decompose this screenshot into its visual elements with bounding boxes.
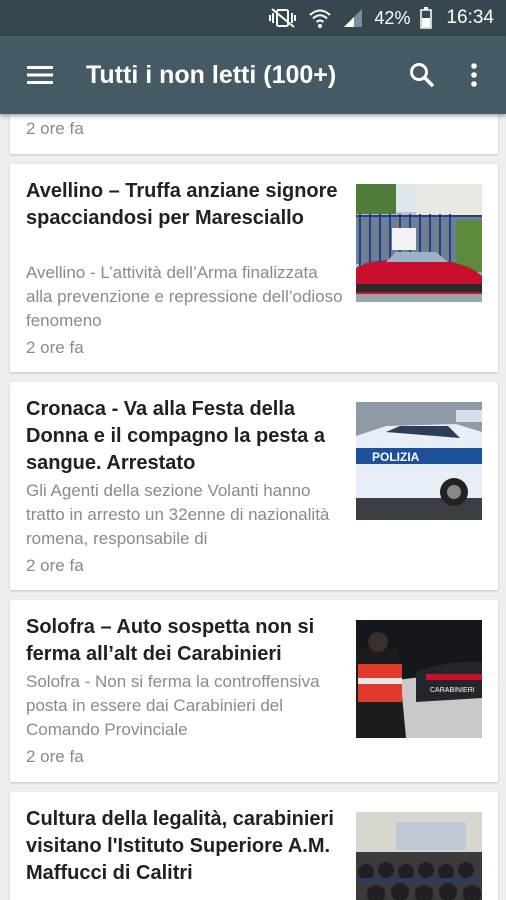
article-card[interactable]: Avellino – Truffa anziane signore spacci…	[10, 164, 498, 372]
article-card[interactable]: Solofra – Auto sospetta non si ferma all…	[10, 600, 498, 782]
article-title: Solofra – Auto sospetta non si ferma all…	[26, 616, 315, 665]
status-bar: 42% 16:34	[0, 0, 506, 36]
police-car-text: POLIZIA	[372, 450, 420, 464]
article-snippet: Avellino - L’attività dell’Arma finalizz…	[26, 263, 343, 330]
search-icon	[410, 63, 435, 88]
article-time: 2 ore fa	[26, 338, 84, 357]
more-options-button[interactable]	[454, 55, 494, 95]
article-title: Cronaca - Va alla Festa della Donna e il…	[26, 398, 325, 474]
article-title: Avellino – Truffa anziane signore spacci…	[26, 180, 338, 229]
article-snippet: Solofra - Non si ferma la controffensiva…	[26, 672, 320, 739]
wifi-icon	[308, 7, 332, 29]
article-thumbnail[interactable]: CARABINIERI	[356, 620, 482, 738]
article-thumbnail[interactable]	[356, 184, 482, 302]
app-bar: Tutti i non letti (100+)	[0, 36, 506, 114]
menu-icon	[27, 66, 53, 84]
article-thumbnail[interactable]	[356, 812, 482, 900]
mute-vibrate-icon	[268, 7, 298, 29]
menu-button[interactable]	[20, 55, 60, 95]
clock: 16:34	[446, 7, 494, 28]
article-card[interactable]: 2 ore fa	[10, 114, 498, 154]
battery-percent: 42%	[374, 7, 411, 28]
search-button[interactable]	[402, 55, 442, 95]
carabinieri-car-text: CARABINIERI	[430, 687, 475, 694]
more-vert-icon	[471, 63, 477, 87]
signal-icon	[342, 7, 364, 29]
article-card[interactable]: Cronaca - Va alla Festa della Donna e il…	[10, 382, 498, 590]
article-thumbnail[interactable]: POLIZIA	[356, 402, 482, 520]
battery-icon	[420, 7, 433, 29]
article-list[interactable]: 2 ore fa Avellino – Truffa anziane signo…	[0, 114, 506, 900]
article-title: Cultura della legalità, carabinieri visi…	[26, 808, 334, 884]
article-card[interactable]: Cultura della legalità, carabinieri visi…	[10, 792, 498, 900]
article-snippet: Gli Agenti della sezione Volanti hanno t…	[26, 481, 330, 548]
page-title: Tutti i non letti (100+)	[86, 60, 337, 89]
article-time: 2 ore fa	[26, 747, 84, 766]
article-time: 2 ore fa	[26, 119, 84, 138]
article-time: 2 ore fa	[26, 556, 84, 575]
